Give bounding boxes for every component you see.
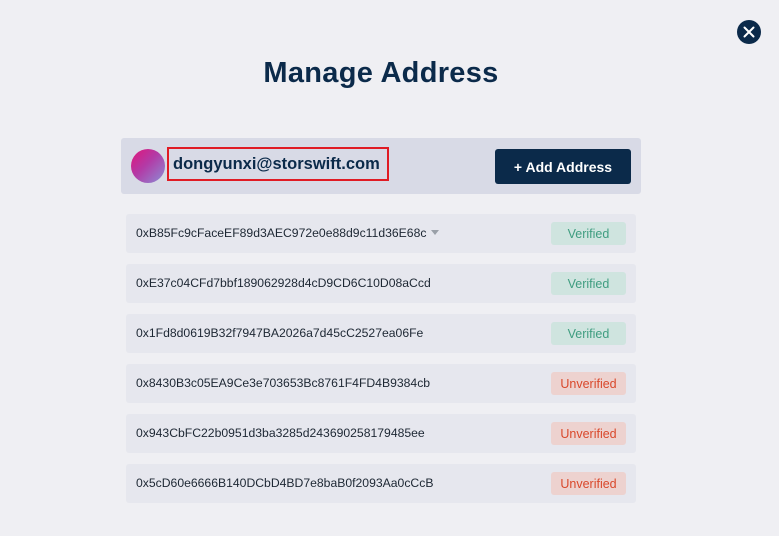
- address-row[interactable]: 0x1Fd8d0619B32f7947BA2026a7d45cC2527ea06…: [126, 314, 636, 353]
- status-badge[interactable]: Unverified: [551, 422, 626, 445]
- address-row[interactable]: 0x5cD60e6666B140DCbD4BD7e8baB0f2093Aa0cC…: [126, 464, 636, 503]
- address-text: 0xE37c04CFd7bbf189062928d4cD9CD6C10D08aC…: [136, 276, 431, 290]
- status-badge: Verified: [551, 322, 626, 345]
- address-row[interactable]: 0x8430B3c05EA9Ce3e703653Bc8761F4FD4B9384…: [126, 364, 636, 403]
- caret-down-icon[interactable]: [431, 230, 440, 236]
- address-list: 0xB85Fc9cFaceEF89d3AEC972e0e88d9c11d36E6…: [126, 214, 636, 514]
- status-badge: Verified: [551, 272, 626, 295]
- address-row[interactable]: 0xB85Fc9cFaceEF89d3AEC972e0e88d9c11d36E6…: [126, 214, 636, 253]
- status-badge[interactable]: Unverified: [551, 372, 626, 395]
- address-text: 0x943CbFC22b0951d3ba3285d243690258179485…: [136, 426, 425, 440]
- close-icon: [743, 26, 755, 38]
- address-row[interactable]: 0xE37c04CFd7bbf189062928d4cD9CD6C10D08aC…: [126, 264, 636, 303]
- address-text: 0x5cD60e6666B140DCbD4BD7e8baB0f2093Aa0cC…: [136, 476, 434, 490]
- status-badge[interactable]: Unverified: [551, 472, 626, 495]
- address-row[interactable]: 0x943CbFC22b0951d3ba3285d243690258179485…: [126, 414, 636, 453]
- account-email-highlight: dongyunxi@storswift.com: [167, 147, 389, 181]
- address-text: 0xB85Fc9cFaceEF89d3AEC972e0e88d9c11d36E6…: [136, 214, 440, 253]
- add-address-button[interactable]: + Add Address: [495, 149, 631, 184]
- close-button[interactable]: [737, 20, 761, 44]
- status-badge: Verified: [551, 222, 626, 245]
- address-text: 0x1Fd8d0619B32f7947BA2026a7d45cC2527ea06…: [136, 326, 424, 340]
- account-header: dongyunxi@storswift.com + Add Address: [121, 138, 641, 194]
- page-title: Manage Address: [263, 57, 499, 89]
- address-text: 0x8430B3c05EA9Ce3e703653Bc8761F4FD4B9384…: [136, 376, 431, 390]
- account-email: dongyunxi@storswift.com: [173, 154, 380, 173]
- avatar: [131, 149, 165, 183]
